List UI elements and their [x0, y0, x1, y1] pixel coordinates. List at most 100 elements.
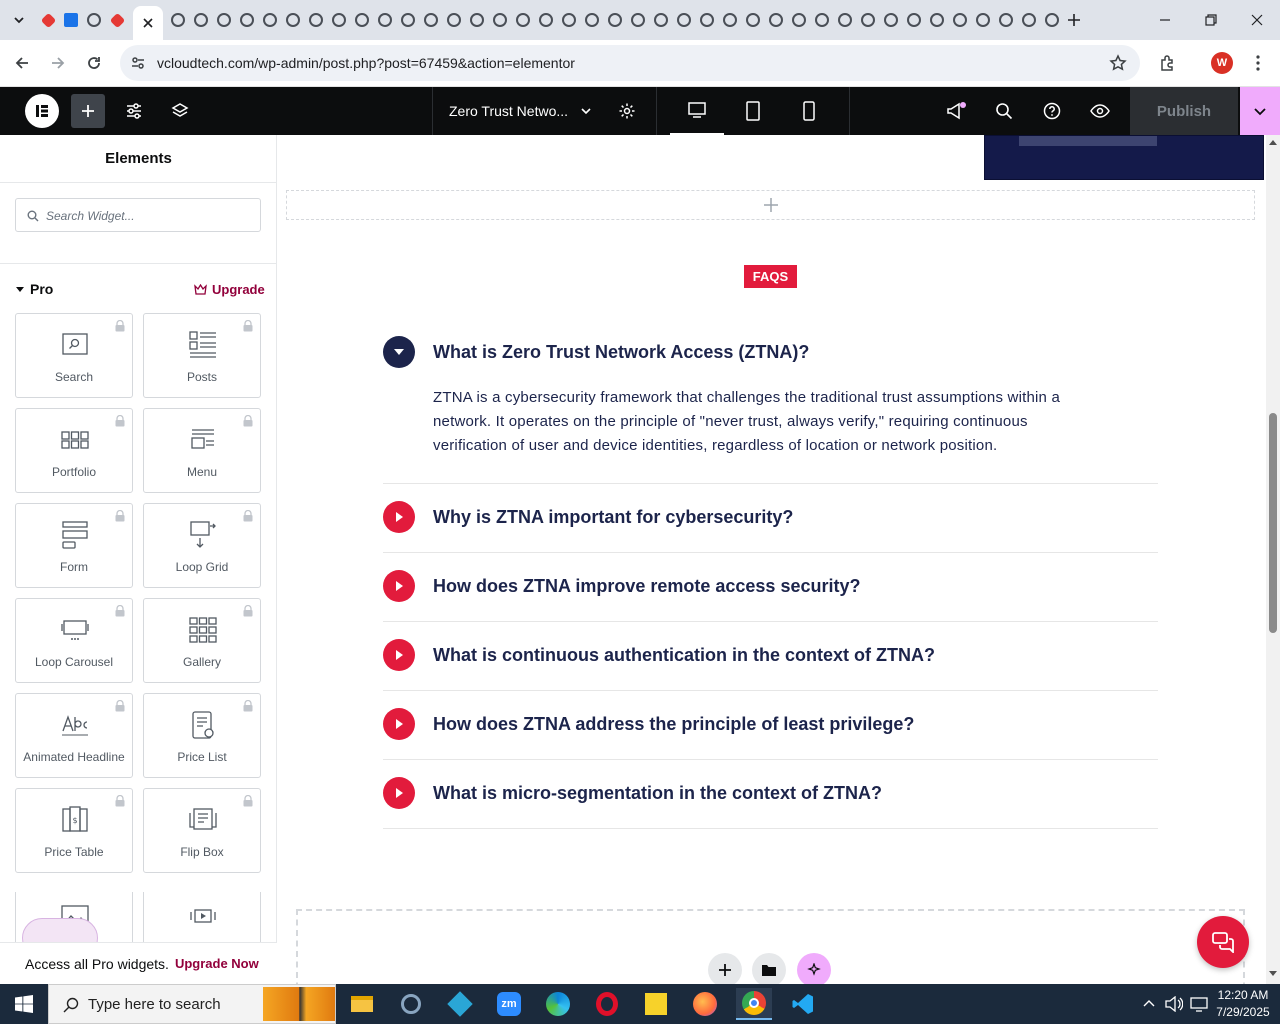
browser-tab[interactable] — [995, 8, 1017, 32]
app-taskbar-button[interactable] — [393, 988, 429, 1020]
publish-options-button[interactable] — [1240, 87, 1280, 135]
category-toggle[interactable]: Pro — [15, 281, 53, 297]
publish-button[interactable]: Publish — [1130, 87, 1238, 135]
browser-tab[interactable] — [788, 8, 810, 32]
system-clock[interactable]: 12:20 AM 7/29/2025 — [1212, 987, 1274, 1021]
widget-card-loop-carousel[interactable]: Loop Carousel — [15, 598, 133, 683]
browser-tab[interactable] — [719, 8, 741, 32]
upgrade-now-link[interactable]: Upgrade Now — [175, 956, 259, 971]
extensions-button[interactable] — [1153, 48, 1183, 78]
browser-tab[interactable] — [305, 8, 327, 32]
browser-tab[interactable] — [167, 8, 189, 32]
browser-tab[interactable] — [190, 8, 212, 32]
widget-card-search[interactable]: Search — [15, 313, 133, 398]
chrome-taskbar-button[interactable] — [736, 988, 772, 1020]
opera-taskbar-button[interactable] — [589, 988, 625, 1020]
browser-tab[interactable] — [60, 8, 82, 32]
browser-tab[interactable] — [374, 8, 396, 32]
speaker-icon[interactable] — [1165, 996, 1183, 1012]
browser-tab-active[interactable] — [133, 6, 163, 40]
browser-tab[interactable] — [765, 8, 787, 32]
browser-tab[interactable] — [627, 8, 649, 32]
browser-tab[interactable] — [558, 8, 580, 32]
widget-card-portfolio[interactable]: Portfolio — [15, 408, 133, 493]
browser-tab[interactable] — [650, 8, 672, 32]
faq-item[interactable]: How does ZTNA address the principle of l… — [383, 691, 1158, 760]
bookmark-star-icon[interactable] — [1109, 54, 1127, 72]
cta-button[interactable] — [1019, 136, 1157, 146]
app-taskbar-button[interactable] — [442, 988, 478, 1020]
browser-menu-button[interactable] — [1243, 48, 1273, 78]
taskbar-search-box[interactable]: Type here to search — [48, 984, 336, 1024]
browser-tab[interactable] — [328, 8, 350, 32]
search-widget-input[interactable]: Search Widget... — [15, 198, 261, 232]
browser-tab[interactable] — [834, 8, 856, 32]
scroll-up-icon[interactable] — [1269, 139, 1277, 145]
edge-taskbar-button[interactable] — [540, 988, 576, 1020]
faq-toggle-button[interactable] — [383, 777, 415, 809]
help-button[interactable] — [1032, 87, 1072, 135]
browser-tab[interactable] — [213, 8, 235, 32]
add-element-button[interactable] — [71, 87, 105, 135]
faq-toggle-button[interactable] — [383, 336, 415, 368]
network-icon[interactable] — [1190, 996, 1208, 1012]
sticky-notes-taskbar-button[interactable] — [638, 988, 674, 1020]
minimize-button[interactable] — [1142, 0, 1188, 40]
faq-item[interactable]: How does ZTNA improve remote access secu… — [383, 553, 1158, 622]
browser-tab[interactable] — [236, 8, 258, 32]
profile-button[interactable]: W — [1207, 48, 1237, 78]
firefox-taskbar-button[interactable] — [687, 988, 723, 1020]
preview-button[interactable] — [1080, 87, 1120, 135]
faq-toggle-button[interactable] — [383, 639, 415, 671]
ai-generate-button[interactable] — [797, 953, 831, 984]
faq-toggle-button[interactable] — [383, 501, 415, 533]
vscode-taskbar-button[interactable] — [785, 988, 821, 1020]
browser-tab[interactable] — [397, 8, 419, 32]
browser-tab[interactable] — [83, 8, 105, 32]
browser-tab[interactable] — [673, 8, 695, 32]
restore-button[interactable] — [1188, 0, 1234, 40]
browser-tab[interactable] — [466, 8, 488, 32]
browser-tab[interactable] — [926, 8, 948, 32]
file-explorer-taskbar-button[interactable] — [344, 988, 380, 1020]
browser-tab[interactable] — [880, 8, 902, 32]
browser-tab[interactable] — [949, 8, 971, 32]
browser-tab[interactable] — [489, 8, 511, 32]
browser-tab[interactable] — [1041, 8, 1063, 32]
new-tab-button[interactable] — [1063, 8, 1085, 32]
upgrade-link[interactable]: Upgrade — [194, 282, 265, 297]
close-window-button[interactable] — [1234, 0, 1280, 40]
faq-toggle-button[interactable] — [383, 570, 415, 602]
faq-item[interactable]: What is continuous authentication in the… — [383, 622, 1158, 691]
chat-widget-button[interactable] — [1197, 916, 1249, 968]
browser-tab[interactable] — [512, 8, 534, 32]
widget-card-form[interactable]: Form — [15, 503, 133, 588]
tablet-view-button[interactable] — [728, 87, 778, 135]
browser-tab[interactable] — [811, 8, 833, 32]
browser-tab[interactable] — [857, 8, 879, 32]
site-settings-button[interactable] — [118, 87, 150, 135]
address-bar[interactable]: vcloudtech.com/wp-admin/post.php?post=67… — [120, 45, 1140, 81]
browser-tab[interactable] — [106, 8, 128, 32]
browser-tab[interactable] — [535, 8, 557, 32]
faq-item[interactable]: Why is ZTNA important for cybersecurity? — [383, 484, 1158, 553]
browser-tab[interactable] — [351, 8, 373, 32]
notifications-button[interactable] — [936, 87, 976, 135]
add-template-button[interactable] — [752, 953, 786, 984]
site-info-icon[interactable] — [130, 55, 146, 71]
browser-tab[interactable] — [696, 8, 718, 32]
browser-tab[interactable] — [443, 8, 465, 32]
back-button[interactable] — [7, 48, 37, 78]
browser-tab[interactable] — [1018, 8, 1040, 32]
widget-card-loop-grid[interactable]: Loop Grid — [143, 503, 261, 588]
browser-tab[interactable] — [282, 8, 304, 32]
widget-card-flip-box[interactable]: Flip Box — [143, 788, 261, 873]
start-button[interactable] — [6, 988, 42, 1020]
browser-tab[interactable] — [903, 8, 925, 32]
chevron-up-icon[interactable] — [1143, 998, 1155, 1008]
widget-card-price-table[interactable]: $ Price Table — [15, 788, 133, 873]
browser-tab[interactable] — [742, 8, 764, 32]
browser-tab[interactable] — [37, 8, 59, 32]
tab-search-button[interactable] — [8, 8, 30, 32]
faq-toggle-button[interactable] — [383, 708, 415, 740]
